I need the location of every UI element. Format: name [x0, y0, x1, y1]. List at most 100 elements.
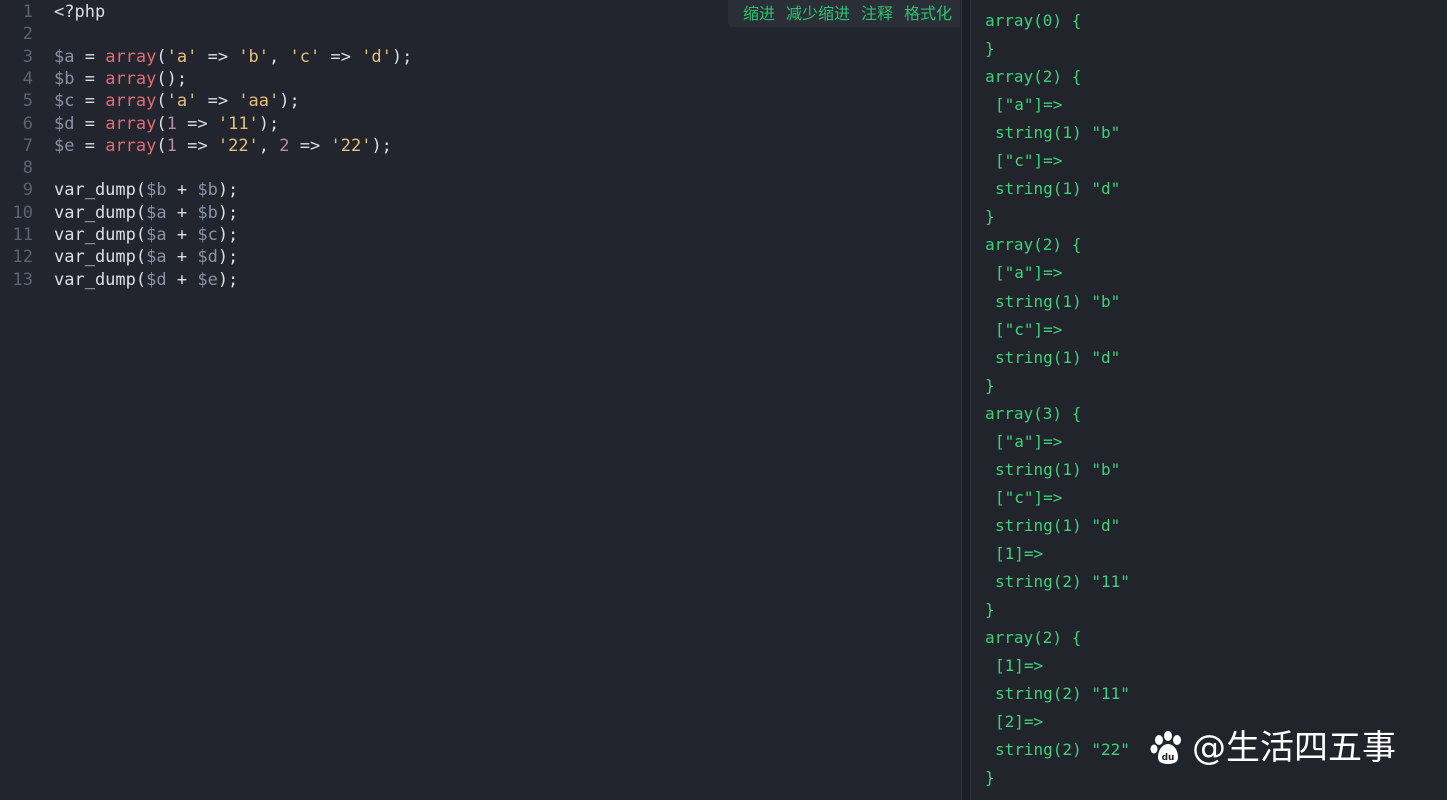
output-line: ["a"]=> — [995, 263, 1063, 283]
output-line: } — [985, 600, 995, 620]
outdent-button[interactable]: 减少缩进 — [786, 3, 850, 25]
code-token: => — [320, 46, 362, 67]
pane-resize-handle[interactable] — [961, 0, 971, 800]
code-line[interactable]: var_dump($d + $e); — [54, 269, 238, 291]
output-line: array(2) { — [985, 67, 1082, 87]
code-token: array — [105, 46, 157, 67]
code-line[interactable]: $b = array(); — [54, 68, 187, 90]
line-number: 8 — [22, 158, 33, 179]
output-line: ["a"]=> — [995, 431, 1063, 451]
indent-button[interactable]: 缩进 — [743, 3, 775, 25]
code-token: array — [105, 135, 157, 156]
code-token: 'd' — [361, 46, 392, 67]
code-line[interactable]: var_dump($a + $b); — [54, 202, 238, 224]
code-token: ); — [217, 202, 239, 223]
code-token: ); — [258, 113, 280, 134]
code-token: $e — [54, 135, 75, 156]
line-number: 7 — [22, 135, 33, 156]
code-token: ); — [371, 135, 392, 156]
code-token: ); — [217, 180, 239, 201]
output-line: ["c"]=> — [995, 151, 1063, 171]
code-token: array — [105, 91, 157, 112]
code-token: $d — [197, 247, 218, 268]
svg-text:du: du — [1162, 753, 1175, 763]
code-token: $e — [197, 269, 218, 290]
code-token: $b — [197, 202, 218, 223]
editor-toolbar: 缩进 减少缩进 注释 格式化 — [728, 0, 960, 27]
code-token: 1 — [166, 135, 177, 156]
line-number: 12 — [12, 247, 33, 268]
format-button[interactable]: 格式化 — [904, 3, 952, 25]
code-line[interactable]: var_dump($b + $b); — [54, 179, 238, 201]
output-line: string(1) "b" — [995, 459, 1121, 479]
line-number: 13 — [12, 269, 33, 290]
code-token: $d — [146, 269, 167, 290]
code-token: + — [166, 225, 198, 245]
code-line[interactable]: $e = array(1 => '22', 2 => '22'); — [54, 135, 392, 157]
output-line: } — [985, 768, 995, 788]
code-token: = — [74, 113, 106, 134]
code-token: 'aa' — [238, 91, 280, 112]
code-token: $b — [54, 68, 75, 89]
code-token: + — [166, 180, 198, 201]
output-line: ["c"]=> — [995, 319, 1063, 339]
code-token: 'a' — [166, 91, 198, 112]
comment-button[interactable]: 注释 — [861, 3, 893, 25]
code-token: ); — [391, 46, 413, 67]
code-token: <?php — [54, 2, 106, 22]
code-line[interactable]: $d = array(1 => '11'); — [54, 113, 279, 135]
code-token: + — [166, 202, 198, 223]
code-token: var_dump( — [54, 269, 147, 290]
code-token: ( — [156, 113, 167, 134]
app-window: 1 2 3 4 5 6 7 8 9 10 11 12 13 <?php $a = array('a' =>… — [0, 0, 1447, 800]
output-line: string(2) "11" — [995, 684, 1130, 704]
line-number: 6 — [22, 113, 33, 134]
output-line: [2]=> — [995, 712, 1044, 732]
line-number: 10 — [12, 202, 33, 223]
code-token: (); — [156, 68, 188, 89]
code-token: var_dump( — [54, 180, 147, 201]
line-number: 1 — [22, 2, 33, 22]
code-token: '22' — [330, 135, 372, 156]
code-line[interactable]: $c = array('a' => 'aa'); — [54, 90, 300, 112]
line-number: 11 — [12, 225, 33, 245]
code-token: = — [74, 91, 106, 112]
output-line: array(3) { — [985, 403, 1082, 423]
code-token: ); — [279, 91, 300, 112]
code-token: => — [176, 113, 218, 134]
code-line[interactable]: var_dump($a + $d); — [54, 246, 238, 268]
output-line: } — [985, 39, 995, 59]
code-token: => — [197, 46, 239, 67]
baidu-paw-icon: du — [1150, 731, 1181, 764]
code-token: ); — [217, 247, 239, 268]
code-token: + — [166, 269, 198, 290]
code-line[interactable]: var_dump($a + $c); — [54, 224, 238, 246]
code-token: var_dump( — [54, 225, 147, 245]
code-line[interactable]: <?php — [54, 1, 105, 23]
code-token: = — [74, 68, 106, 89]
code-token: $a — [54, 46, 75, 67]
code-token: 'c' — [289, 46, 321, 67]
line-number: 3 — [22, 46, 33, 67]
output-line: string(1) "b" — [995, 291, 1121, 311]
output-line: array(0) { — [985, 11, 1082, 30]
code-token: => — [176, 135, 218, 156]
code-line[interactable]: $a = array('a' => 'b', 'c' => 'd'); — [54, 46, 412, 68]
code-token: $a — [146, 225, 167, 245]
output-line: string(1) "d" — [995, 179, 1121, 199]
output-line: array(2) { — [985, 235, 1082, 255]
code-token: 'b' — [238, 46, 270, 67]
code-token: array — [105, 113, 157, 134]
line-number: 4 — [22, 68, 33, 89]
output-line: string(1) "d" — [995, 515, 1121, 535]
code-editor[interactable]: 1 2 3 4 5 6 7 8 9 10 11 12 13 <?php $a = array('a' =>… — [0, 0, 961, 800]
code-token: var_dump( — [54, 247, 147, 268]
code-token: , — [258, 135, 280, 156]
code-token: ); — [217, 225, 239, 245]
code-token: ( — [156, 135, 167, 156]
line-number: 9 — [22, 180, 33, 201]
code-token: ( — [156, 46, 167, 67]
code-token: '22' — [217, 135, 259, 156]
code-token: ( — [156, 91, 167, 112]
code-token: , — [269, 46, 290, 67]
